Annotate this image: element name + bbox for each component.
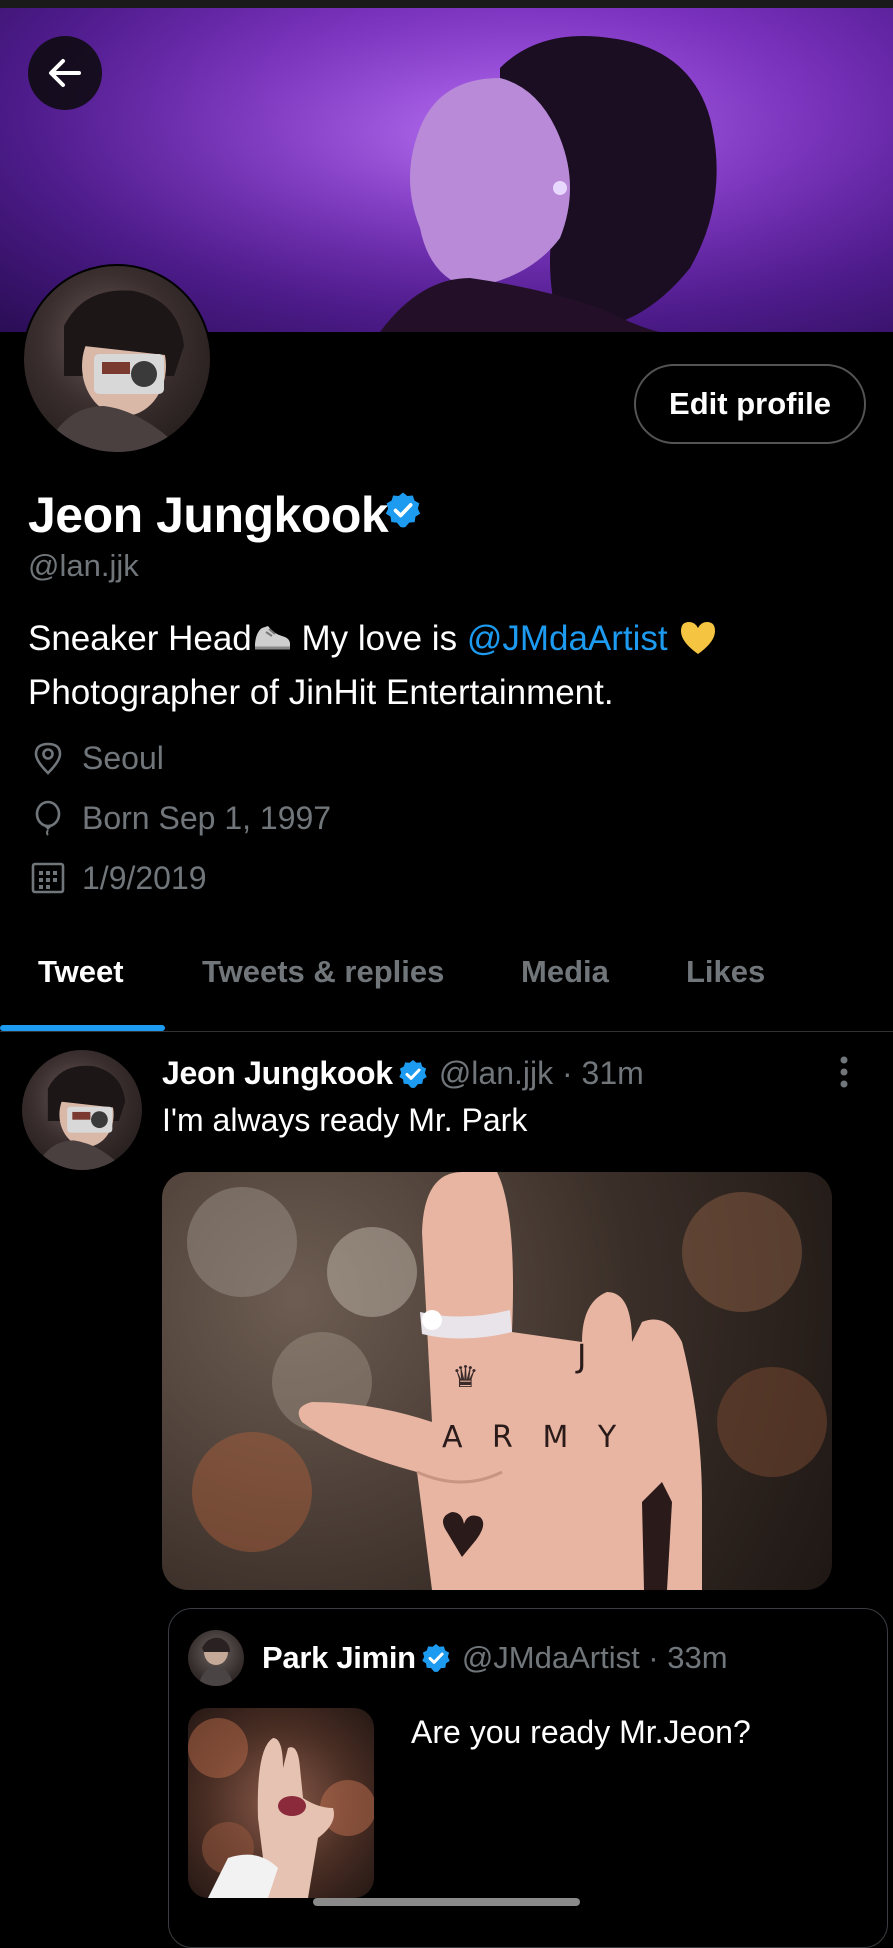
joined-row: 1/9/2019 xyxy=(28,858,207,898)
bio-mention-link[interactable]: @JMdaArtist xyxy=(467,619,668,658)
calendar-icon xyxy=(31,862,65,894)
location-row: Seoul xyxy=(28,738,164,778)
tweet-media-image[interactable]: ♛ J A R M Y xyxy=(162,1172,832,1590)
yellow-heart-icon xyxy=(681,622,716,654)
verified-badge-icon xyxy=(399,1059,427,1088)
avatar-photo xyxy=(198,1637,234,1686)
tab-tweets-replies[interactable]: Tweets & replies xyxy=(202,954,444,990)
tabs-divider xyxy=(0,1031,893,1032)
quoted-tweet-header: Park Jimin @JMdaArtist · 33m xyxy=(262,1640,728,1676)
tweet-header: Jeon Jungkook @lan.jjk · 31m xyxy=(162,1055,644,1092)
back-arrow-icon xyxy=(49,59,81,87)
tweet-handle-time: @lan.jjk · 31m xyxy=(438,1055,644,1091)
quoted-author-name[interactable]: Park Jimin xyxy=(262,1640,416,1676)
back-button[interactable] xyxy=(28,36,102,110)
home-indicator[interactable] xyxy=(313,1898,580,1906)
profile-handle: @lan.jjk xyxy=(28,548,139,583)
quoted-handle-time: @JMdaArtist · 33m xyxy=(461,1640,728,1675)
hand-tattoo-photo: ♛ J A R M Y xyxy=(187,1172,827,1590)
tab-tweet[interactable]: Tweet xyxy=(38,954,124,990)
profile-tabs: Tweet Tweets & replies Media Likes xyxy=(0,930,893,1030)
tab-media[interactable]: Media xyxy=(521,954,609,990)
quoted-media-thumbnail[interactable] xyxy=(188,1708,374,1898)
avatar-photo xyxy=(44,290,184,452)
more-options-icon[interactable] xyxy=(832,1052,856,1092)
bio-text: Sneaker Head xyxy=(28,619,252,658)
profile-bio: Sneaker Head My love is @JMdaArtist Phot… xyxy=(28,612,868,720)
avatar-photo xyxy=(34,1065,126,1170)
tweet-author-name[interactable]: Jeon Jungkook xyxy=(162,1055,393,1092)
status-strip xyxy=(0,0,893,8)
verified-badge-icon xyxy=(385,492,421,528)
quoted-tweet-text: Are you ready Mr.Jeon? xyxy=(411,1714,751,1750)
army-tattoo: A R M Y xyxy=(442,1420,626,1455)
sneaker-icon xyxy=(254,626,290,650)
bio-text: My love is xyxy=(291,619,467,658)
tab-likes[interactable]: Likes xyxy=(686,954,765,990)
birthday-text: Born Sep 1, 1997 xyxy=(82,799,332,836)
crown-tattoo: ♛ xyxy=(452,1360,479,1395)
joined-text: 1/9/2019 xyxy=(82,859,207,896)
quoted-author-avatar[interactable] xyxy=(188,1630,244,1686)
hand-ring-photo xyxy=(188,1718,374,1898)
profile-avatar[interactable] xyxy=(22,264,212,454)
location-text: Seoul xyxy=(82,739,164,776)
tweet-text: I'm always ready Mr. Park xyxy=(162,1102,528,1138)
birthday-row: Born Sep 1, 1997 xyxy=(28,798,331,838)
location-pin-icon xyxy=(34,742,62,775)
tweet-avatar[interactable] xyxy=(22,1050,142,1170)
verified-badge-icon xyxy=(422,1644,450,1672)
edit-profile-button[interactable]: Edit profile xyxy=(634,364,866,444)
letter-j-tattoo: J xyxy=(575,1337,586,1375)
profile-name: Jeon Jungkook xyxy=(28,487,389,543)
balloon-icon xyxy=(35,800,61,836)
bio-line-2: Photographer of JinHit Entertainment. xyxy=(28,673,614,712)
